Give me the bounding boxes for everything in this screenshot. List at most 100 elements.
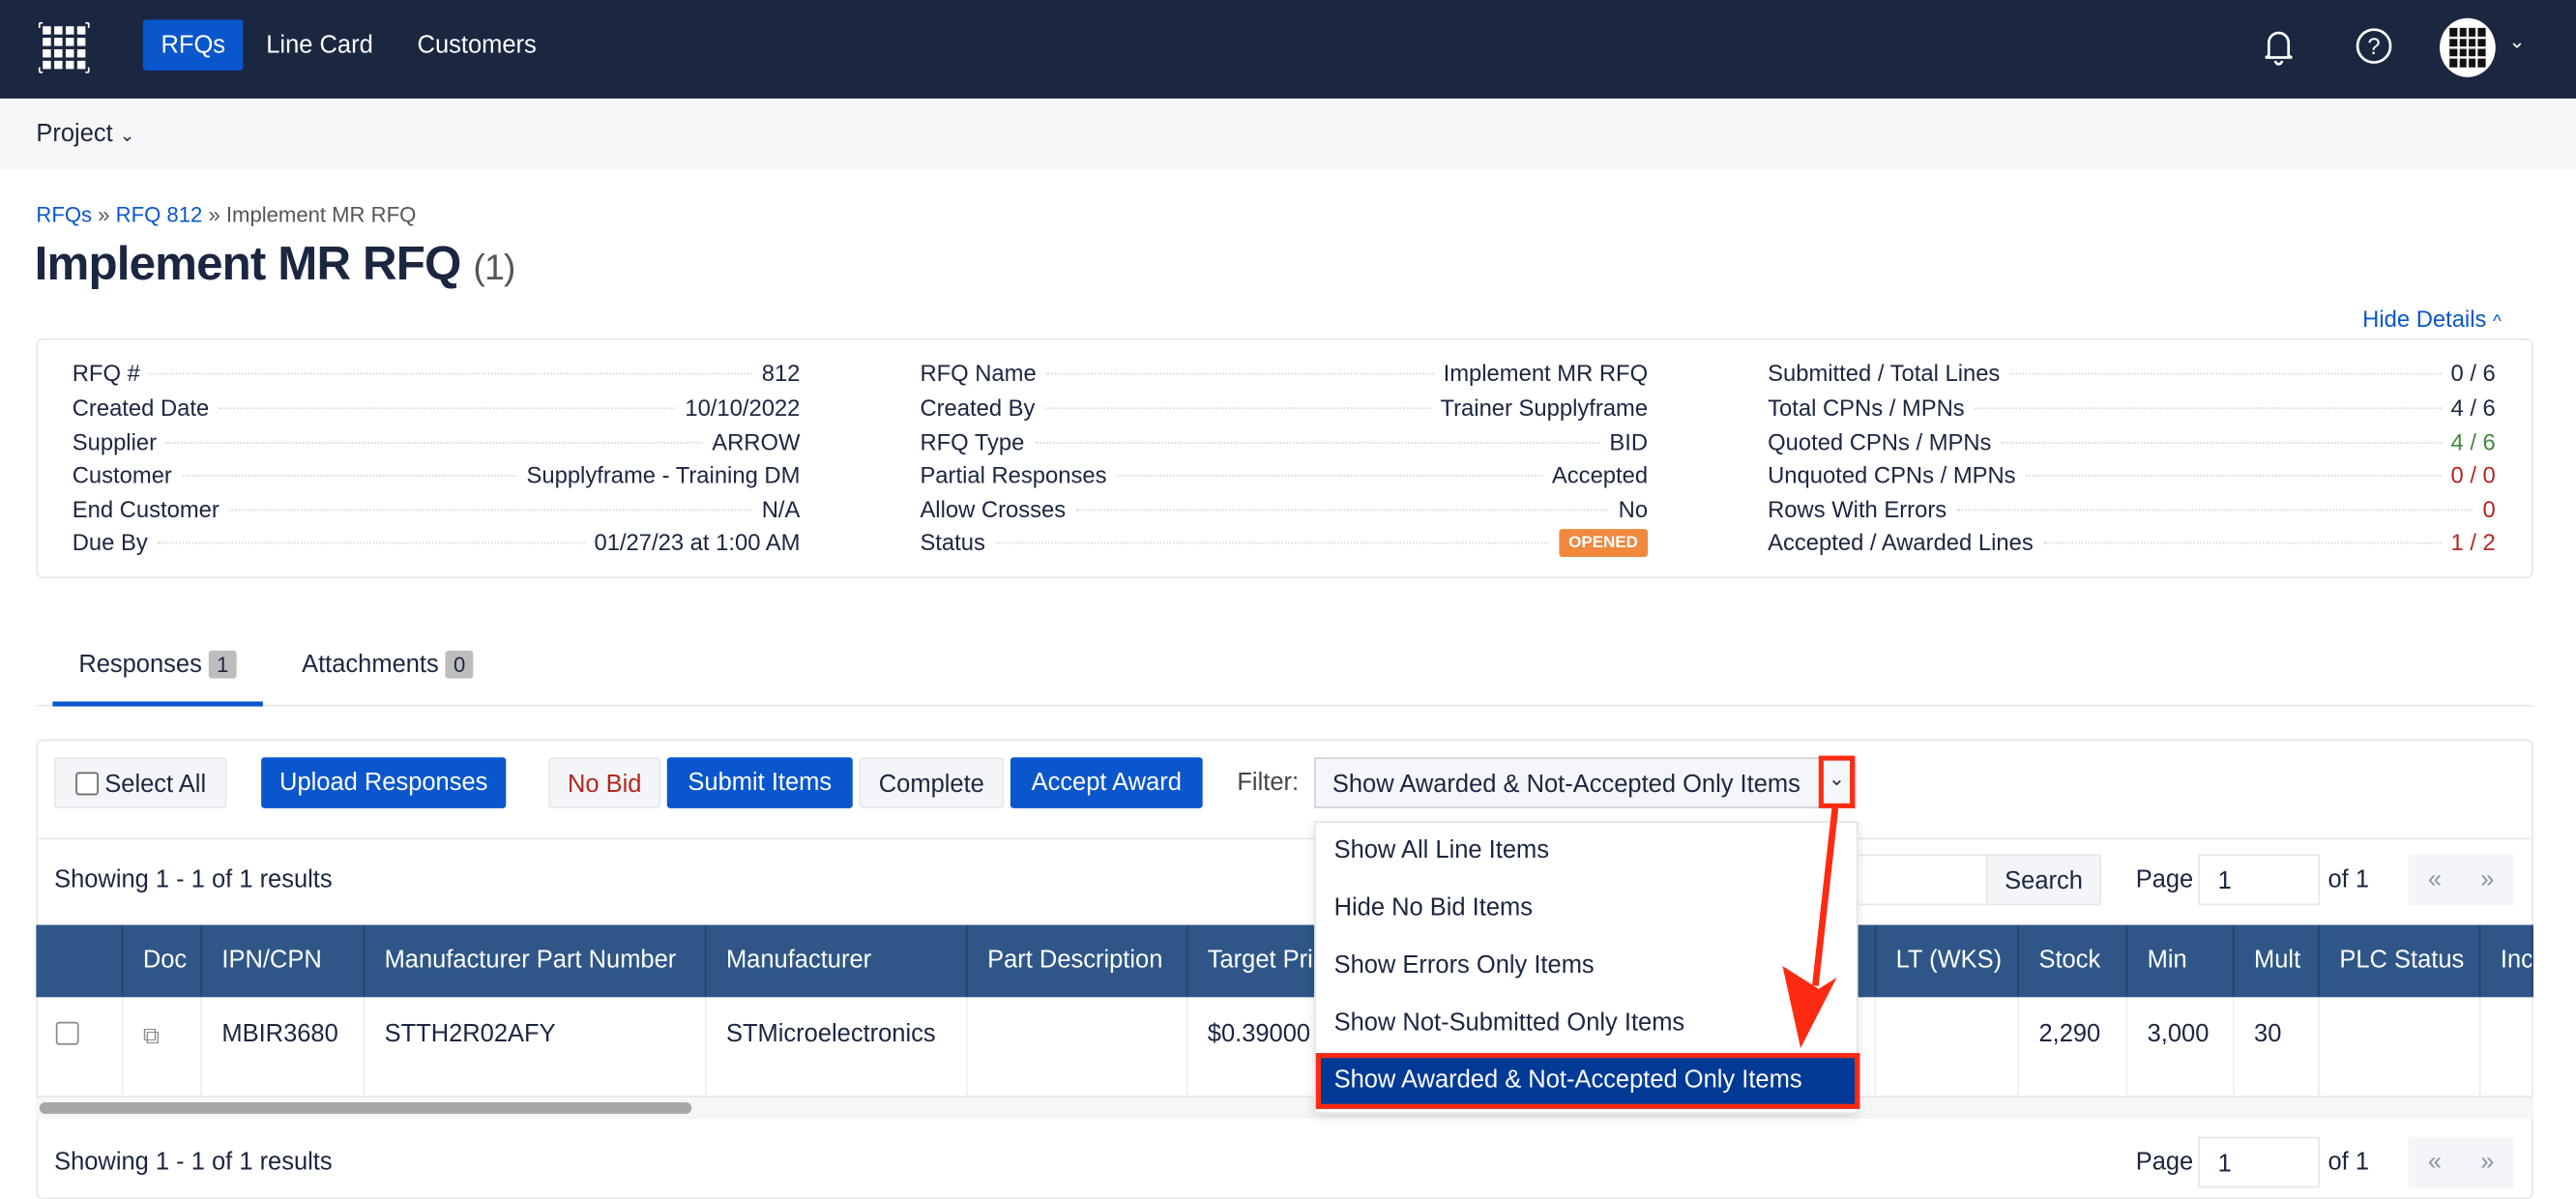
detail-row: Submitted / Total Lines 0 / 6 — [1768, 357, 2496, 390]
hide-details-link[interactable]: Hide Details ^ — [2362, 306, 2502, 332]
column-header[interactable]: PLC Status — [2320, 924, 2481, 998]
project-label: Project — [36, 120, 113, 148]
next-page-button-bottom[interactable]: » — [2461, 1136, 2514, 1188]
next-page-button[interactable]: » — [2461, 854, 2514, 906]
scrollbar-thumb[interactable] — [39, 1102, 692, 1114]
detail-value: ARROW — [712, 428, 801, 455]
column-header[interactable]: IPN/CPN — [202, 924, 366, 998]
hide-details-label: Hide Details — [2362, 306, 2487, 333]
no-bid-button[interactable]: No Bid — [548, 757, 660, 808]
user-menu-chevron-icon[interactable]: ⌄ — [2508, 30, 2525, 53]
detail-value: No — [1618, 496, 1649, 523]
manufacturer-cell[interactable]: STMicroelectronics — [707, 997, 968, 1097]
tab-responses[interactable]: Responses 1 — [52, 650, 263, 707]
detail-label: Partial Responses — [920, 461, 1107, 488]
detail-row: Allow Crosses No — [920, 493, 1648, 526]
detail-label: Created By — [920, 394, 1036, 421]
dotted-leader — [1116, 474, 1542, 476]
search-input[interactable] — [1839, 854, 1988, 906]
page-input-bottom[interactable]: 1 — [2198, 1136, 2320, 1188]
column-header[interactable]: Inc — [2480, 924, 2533, 998]
ipn-cell[interactable]: MBIR3680 — [202, 997, 366, 1097]
detail-value: 10/10/2022 — [685, 394, 801, 421]
detail-row: RFQ Name Implement MR RFQ — [920, 357, 1648, 390]
page-title-count: (1) — [473, 246, 515, 288]
detail-label: Due By — [72, 529, 148, 556]
nav-customers[interactable]: Customers — [399, 19, 555, 71]
detail-label: End Customer — [72, 496, 220, 523]
nav-rfqs[interactable]: RFQs — [142, 19, 244, 72]
dotted-leader — [1075, 508, 1609, 511]
horizontal-scrollbar[interactable] — [36, 1096, 2533, 1120]
breadcrumb-separator: » — [98, 201, 110, 227]
checkbox-icon[interactable] — [55, 1021, 79, 1045]
dotted-leader — [182, 474, 517, 476]
detail-value: 4 / 6 — [2450, 428, 2496, 455]
dotted-leader — [1045, 371, 1434, 374]
page-label: Page — [2135, 865, 2194, 894]
row-checkbox[interactable] — [36, 997, 124, 1097]
filter-select[interactable]: Show Awarded & Not-Accepted Only Items — [1314, 757, 1857, 808]
checkbox-icon — [74, 772, 99, 796]
document-copy-icon[interactable]: ⧉ — [143, 1022, 160, 1048]
page-total: of 1 — [2327, 865, 2370, 894]
column-header[interactable]: Min — [2127, 924, 2235, 998]
complete-button[interactable]: Complete — [859, 757, 1005, 808]
nav-line-card[interactable]: Line Card — [249, 19, 392, 71]
accept-award-button[interactable]: Accept Award — [1010, 757, 1203, 808]
help-icon[interactable]: ? — [2355, 26, 2394, 66]
chevron-up-icon: ^ — [2493, 311, 2502, 333]
detail-row: Partial Responses Accepted — [920, 458, 1648, 491]
detail-label: Status — [920, 529, 985, 556]
detail-label: Created Date — [72, 394, 210, 421]
select-all-checkbox[interactable]: Select All — [54, 757, 227, 808]
detail-value: 4 / 6 — [2450, 394, 2496, 421]
dotted-leader — [1034, 441, 1600, 443]
stock-cell[interactable]: 2,290 — [2019, 997, 2128, 1097]
tab-label: Responses — [78, 650, 202, 679]
project-menu[interactable]: Project ⌄ — [36, 120, 134, 148]
tab-label: Attachments — [302, 650, 439, 679]
column-header[interactable]: Manufacturer Part Number — [365, 924, 707, 998]
page-input[interactable]: 1 — [2198, 854, 2320, 906]
column-header[interactable]: Part Description — [968, 924, 1188, 998]
detail-row: Total CPNs / MPNs 4 / 6 — [1768, 391, 2496, 424]
detail-label: Rows With Errors — [1768, 496, 1947, 523]
chevron-down-icon[interactable]: ⌄ — [1818, 755, 1856, 808]
mpn-cell[interactable]: STTH2R02AFY — [365, 997, 707, 1097]
dotted-leader — [166, 441, 703, 443]
results-count-bottom: Showing 1 - 1 of 1 results — [54, 1148, 333, 1177]
detail-row: Rows With Errors 0 — [1768, 493, 2496, 526]
breadcrumb: RFQs » RFQ 812 » Implement MR RFQ — [36, 202, 416, 226]
column-header[interactable]: Stock — [2019, 924, 2128, 998]
search-button[interactable]: Search — [1986, 854, 2102, 906]
column-header[interactable]: Manufacturer — [707, 924, 968, 998]
tab-attachments[interactable]: Attachments 0 — [279, 650, 496, 707]
breadcrumb-separator: » — [208, 201, 220, 227]
filter-label: Filter: — [1237, 769, 1300, 798]
bell-icon[interactable] — [2263, 28, 2296, 68]
upload-responses-button[interactable]: Upload Responses — [261, 757, 507, 808]
breadcrumb-rfq-812[interactable]: RFQ 812 — [116, 202, 203, 226]
results-count: Showing 1 - 1 of 1 results — [54, 865, 333, 894]
copy-icon[interactable]: ⧉ — [123, 997, 202, 1097]
column-header[interactable]: LT (WKS) — [1876, 924, 2020, 998]
prev-page-button[interactable]: « — [2408, 854, 2462, 906]
detail-value: 0 — [2482, 496, 2496, 523]
column-header[interactable]: Mult — [2235, 924, 2320, 998]
dotted-leader — [219, 406, 676, 409]
breadcrumb-rfqs[interactable]: RFQs — [36, 202, 92, 226]
mult-cell[interactable]: 30 — [2235, 997, 2320, 1097]
inc-cell — [2480, 997, 2533, 1097]
prev-page-button-bottom[interactable]: « — [2408, 1136, 2462, 1188]
min-cell[interactable]: 3,000 — [2127, 997, 2235, 1097]
header-select — [36, 924, 124, 998]
app-logo-icon[interactable] — [36, 19, 92, 75]
dotted-leader — [1974, 406, 2442, 409]
submit-items-button[interactable]: Submit Items — [666, 757, 853, 808]
detail-value: Accepted — [1551, 461, 1649, 488]
column-header[interactable]: Doc — [123, 924, 202, 998]
user-avatar[interactable] — [2438, 16, 2497, 79]
detail-value: 1 / 2 — [2450, 529, 2496, 556]
dotted-leader — [2025, 474, 2442, 476]
